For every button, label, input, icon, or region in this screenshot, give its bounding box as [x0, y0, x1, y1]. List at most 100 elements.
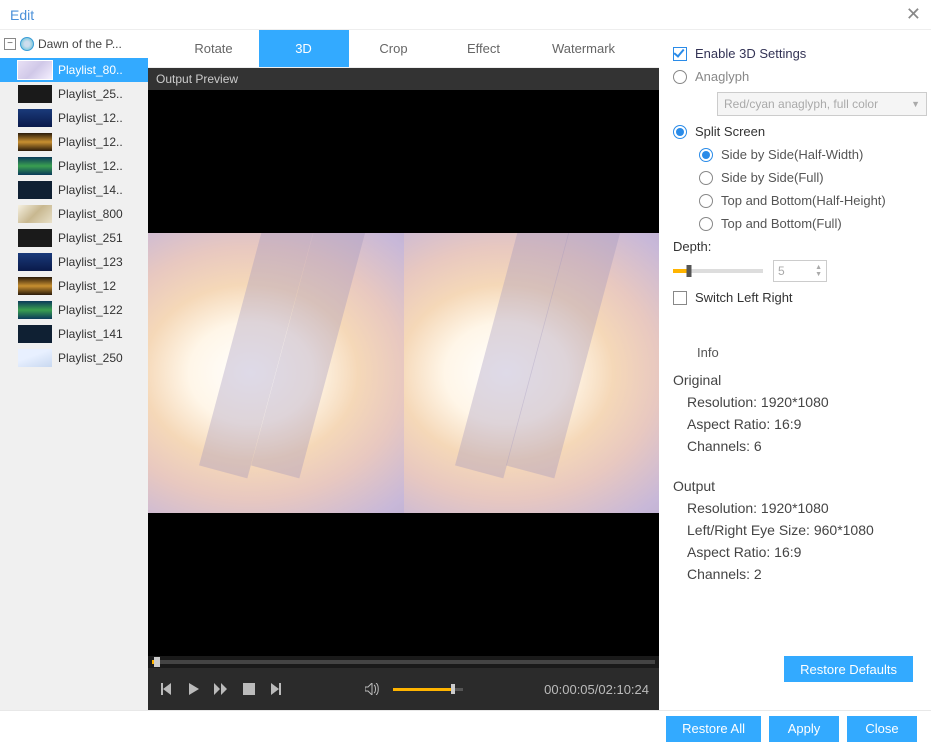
anaglyph-radio[interactable]	[673, 70, 687, 84]
depth-thumb[interactable]	[687, 265, 692, 277]
tab-full-row[interactable]: Top and Bottom(Full)	[673, 216, 917, 231]
player-controls: 00:00:05/02:10:24	[148, 668, 659, 710]
volume-icon[interactable]	[365, 683, 379, 695]
list-item[interactable]: Playlist_25..	[0, 82, 148, 106]
tab-rotate[interactable]: Rotate	[169, 30, 259, 67]
sbs-full-row[interactable]: Side by Side(Full)	[673, 170, 917, 185]
tab-effect[interactable]: Effect	[439, 30, 529, 67]
list-item[interactable]: Playlist_12..	[0, 106, 148, 130]
anaglyph-row[interactable]: Anaglyph	[673, 69, 917, 84]
apply-button[interactable]: Apply	[769, 716, 839, 742]
sbs-half-radio[interactable]	[699, 148, 713, 162]
original-heading: Original	[673, 372, 917, 388]
list-item[interactable]: Playlist_800	[0, 202, 148, 226]
switch-lr-row[interactable]: Switch Left Right	[673, 290, 917, 305]
tab-half-row[interactable]: Top and Bottom(Half-Height)	[673, 193, 917, 208]
window-title: Edit	[10, 7, 34, 23]
depth-slider[interactable]	[673, 269, 763, 273]
next-icon[interactable]	[270, 682, 284, 696]
list-item[interactable]: Playlist_12	[0, 274, 148, 298]
tab-half-radio[interactable]	[699, 194, 713, 208]
close-icon[interactable]: ✕	[906, 4, 921, 25]
thumbnail	[18, 181, 52, 199]
play-icon[interactable]	[186, 682, 200, 696]
tab-watermark[interactable]: Watermark	[529, 30, 639, 67]
enable-3d-label: Enable 3D Settings	[695, 46, 806, 61]
thumbnail	[18, 109, 52, 127]
output-aspect: Aspect Ratio: 16:9	[673, 544, 917, 560]
tab-3d[interactable]: 3D	[259, 30, 349, 67]
collapse-icon[interactable]: −	[4, 38, 16, 50]
thumbnail	[18, 85, 52, 103]
playlist-item-label: Playlist_12	[58, 279, 116, 293]
restore-defaults-button[interactable]: Restore Defaults	[784, 656, 913, 682]
output-preview-label: Output Preview	[148, 68, 659, 90]
output-channels: Channels: 2	[673, 566, 917, 582]
anaglyph-label: Anaglyph	[695, 69, 749, 84]
playlist-item-label: Playlist_12..	[58, 111, 123, 125]
playlist-item-label: Playlist_251	[58, 231, 123, 245]
list-item[interactable]: Playlist_251	[0, 226, 148, 250]
list-item[interactable]: Playlist_12..	[0, 130, 148, 154]
enable-3d-checkbox[interactable]	[673, 47, 687, 61]
tree-root[interactable]: − Dawn of the P...	[0, 30, 148, 58]
split-screen-row[interactable]: Split Screen	[673, 124, 917, 139]
prev-icon[interactable]	[158, 682, 172, 696]
split-screen-radio[interactable]	[673, 125, 687, 139]
switch-lr-checkbox[interactable]	[673, 291, 687, 305]
output-resolution: Resolution: 1920*1080	[673, 500, 917, 516]
list-item[interactable]: Playlist_14..	[0, 178, 148, 202]
right-eye-frame	[404, 233, 660, 513]
volume-slider[interactable]	[393, 688, 463, 691]
list-item[interactable]: Playlist_250	[0, 346, 148, 370]
sbs-half-row[interactable]: Side by Side(Half-Width)	[673, 147, 917, 162]
tab-crop[interactable]: Crop	[349, 30, 439, 67]
seek-bar[interactable]	[148, 656, 659, 668]
tab-full-label: Top and Bottom(Full)	[721, 216, 842, 231]
depth-value: 5	[778, 264, 785, 278]
playlist-item-label: Playlist_80..	[58, 63, 123, 77]
anaglyph-select[interactable]: Red/cyan anaglyph, full color ▼	[717, 92, 927, 116]
list-item[interactable]: Playlist_141	[0, 322, 148, 346]
tab-bar: Rotate 3D Crop Effect Watermark	[148, 30, 659, 68]
restore-all-button[interactable]: Restore All	[666, 716, 761, 742]
playlist-item-label: Playlist_12..	[58, 159, 123, 173]
playlist-item-label: Playlist_141	[58, 327, 123, 341]
playlist-item-label: Playlist_14..	[58, 183, 123, 197]
original-resolution: Resolution: 1920*1080	[673, 394, 917, 410]
original-channels: Channels: 6	[673, 438, 917, 454]
sbs-full-radio[interactable]	[699, 171, 713, 185]
volume-thumb[interactable]	[451, 684, 455, 694]
close-button[interactable]: Close	[847, 716, 917, 742]
list-item[interactable]: Playlist_12..	[0, 154, 148, 178]
playlist-item-label: Playlist_800	[58, 207, 123, 221]
spinner-down-icon[interactable]: ▼	[815, 271, 822, 278]
depth-spinner[interactable]: 5 ▲▼	[773, 260, 827, 282]
list-item[interactable]: Playlist_80..	[0, 58, 148, 82]
thumbnail	[18, 253, 52, 271]
seek-thumb[interactable]	[154, 657, 160, 667]
thumbnail	[18, 61, 52, 79]
thumbnail	[18, 133, 52, 151]
tab-half-label: Top and Bottom(Half-Height)	[721, 193, 886, 208]
playlist-item-label: Playlist_12..	[58, 135, 123, 149]
thumbnail	[18, 157, 52, 175]
enable-3d-row[interactable]: Enable 3D Settings	[673, 46, 917, 61]
sbs-full-label: Side by Side(Full)	[721, 170, 824, 185]
original-aspect: Aspect Ratio: 16:9	[673, 416, 917, 432]
sidebar: − Dawn of the P... Playlist_80.. Playlis…	[0, 30, 148, 710]
list-item[interactable]: Playlist_123	[0, 250, 148, 274]
disc-icon	[20, 37, 34, 51]
footer: Restore All Apply Close	[0, 710, 931, 746]
playlist-list: Playlist_80.. Playlist_25.. Playlist_12.…	[0, 58, 148, 370]
thumbnail	[18, 349, 52, 367]
list-item[interactable]: Playlist_122	[0, 298, 148, 322]
fast-forward-icon[interactable]	[214, 682, 228, 696]
spinner-up-icon[interactable]: ▲	[815, 264, 822, 271]
preview-area: Output Preview	[148, 68, 659, 710]
tab-full-radio[interactable]	[699, 217, 713, 231]
thumbnail	[18, 301, 52, 319]
thumbnail	[18, 325, 52, 343]
stop-icon[interactable]	[242, 682, 256, 696]
thumbnail	[18, 205, 52, 223]
